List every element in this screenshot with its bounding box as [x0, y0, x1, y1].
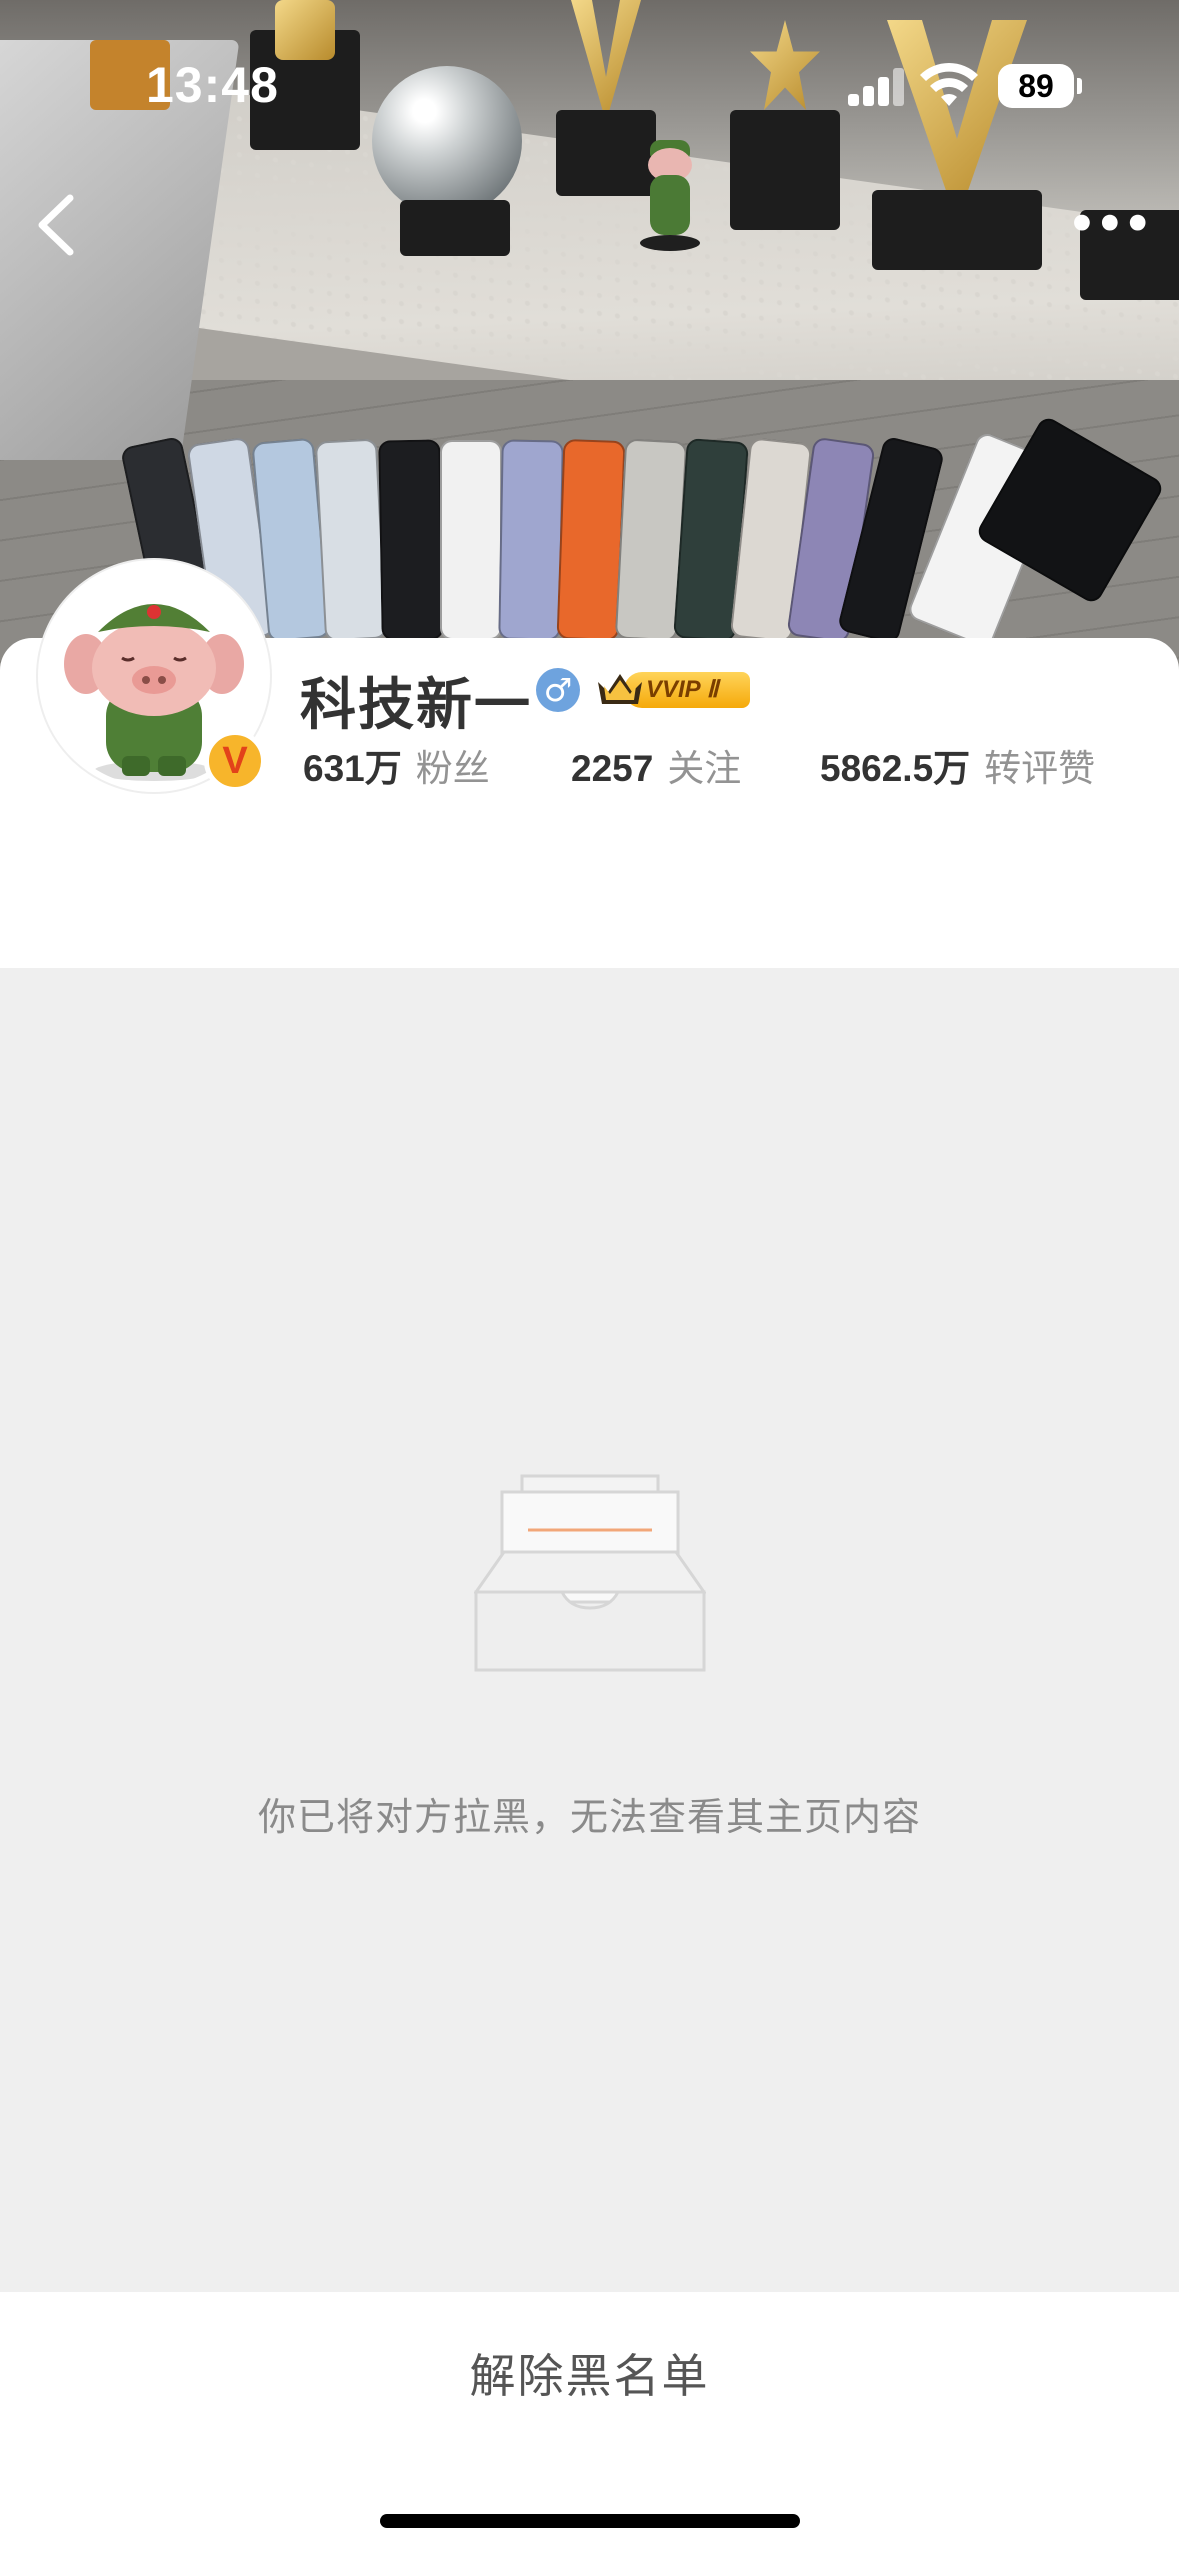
wifi-icon: [920, 62, 978, 106]
back-button[interactable]: [26, 190, 86, 260]
empty-inbox-icon: [474, 1474, 706, 1672]
cover-trophy: [400, 200, 510, 256]
cover-trophy: [872, 20, 1042, 270]
unblock-button[interactable]: 解除黑名单: [0, 2336, 1179, 2416]
more-options-button[interactable]: •••: [1066, 190, 1154, 260]
stat-following[interactable]: 2257 关注: [571, 738, 741, 790]
crown-icon: [598, 674, 642, 704]
verified-badge: V: [204, 730, 266, 792]
status-bar: 13:48 89: [0, 0, 1179, 170]
status-time: 13:48: [146, 57, 279, 113]
blocked-message: 你已将对方拉黑，无法查看其主页内容: [257, 1795, 921, 1839]
vvip-badge[interactable]: VVIP Ⅱ: [594, 668, 754, 710]
stat-reposts-comments-likes[interactable]: 5862.5万 转评赞: [820, 738, 1095, 790]
home-indicator: [380, 2514, 800, 2528]
male-gender-icon: ♂: [536, 668, 580, 712]
profile-name: 科技新一: [300, 673, 532, 738]
cellular-signal-icon: [848, 66, 906, 106]
stat-followers[interactable]: 631万 粉丝: [303, 738, 490, 790]
chevron-left-icon: [38, 194, 74, 256]
battery-indicator: 89: [998, 64, 1082, 108]
